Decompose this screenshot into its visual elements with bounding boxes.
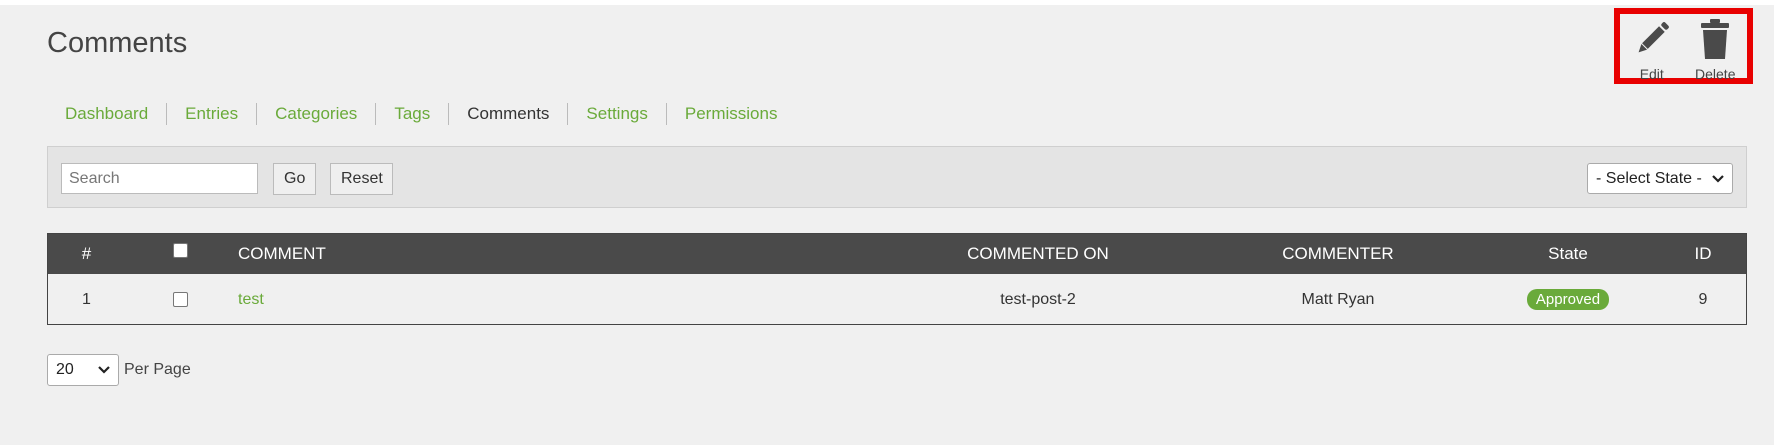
row-state: Approved	[1478, 274, 1658, 325]
go-button[interactable]: Go	[273, 163, 316, 195]
pencil-icon	[1631, 18, 1673, 65]
chevron-down-icon	[98, 366, 110, 374]
comment-link[interactable]: test	[238, 291, 264, 309]
delete-label: Delete	[1695, 66, 1736, 82]
header-number: #	[81, 244, 92, 263]
tab-settings[interactable]: Settings	[567, 103, 665, 125]
chevron-down-icon	[1712, 174, 1724, 183]
toolbar: Edit Delete	[1614, 8, 1753, 84]
tab-permissions[interactable]: Permissions	[665, 103, 796, 125]
page: Comments Edit Delete Dashboard Entries C…	[0, 5, 1774, 445]
header-state[interactable]: State	[1478, 234, 1658, 274]
page-size-value: 20	[56, 361, 74, 378]
header-commented-on[interactable]: COMMENTED ON	[878, 234, 1198, 274]
tab-tags[interactable]: Tags	[375, 103, 448, 125]
header-id[interactable]: ID	[1658, 234, 1748, 274]
select-all-checkbox[interactable]	[172, 243, 188, 258]
search-input[interactable]	[61, 163, 258, 194]
filter-bar: Go Reset - Select State -	[47, 146, 1747, 208]
per-page-label: Per Page	[124, 361, 191, 378]
tab-dashboard[interactable]: Dashboard	[47, 103, 166, 125]
comments-table: # COMMENT COMMENTED ON COMMENTER State I…	[47, 233, 1747, 325]
page-title: Comments	[47, 27, 188, 59]
state-select[interactable]: - Select State -	[1587, 163, 1733, 194]
edit-button[interactable]: Edit	[1624, 18, 1680, 82]
row-select	[125, 274, 235, 325]
tab-comments[interactable]: Comments	[448, 103, 567, 125]
header-select-all	[125, 234, 235, 274]
tab-categories[interactable]: Categories	[256, 103, 375, 125]
tab-bar: Dashboard Entries Categories Tags Commen…	[47, 100, 795, 128]
row-id: 9	[1698, 290, 1708, 308]
status-badge[interactable]: Approved	[1526, 289, 1610, 310]
state-select-value: - Select State -	[1596, 169, 1702, 187]
delete-button[interactable]: Delete	[1687, 18, 1743, 82]
row-commented-on: test-post-2	[1000, 290, 1076, 308]
edit-label: Edit	[1639, 66, 1664, 82]
trash-icon	[1694, 18, 1736, 65]
table-header: # COMMENT COMMENTED ON COMMENTER State I…	[48, 234, 1746, 274]
row-number: 1	[82, 290, 91, 308]
row-comment: test	[238, 274, 738, 325]
header-commenter[interactable]: COMMENTER	[1198, 234, 1478, 274]
table-row: 1 test test-post-2 Matt Ryan Approved 9	[48, 274, 1746, 325]
reset-button[interactable]: Reset	[330, 163, 393, 195]
row-checkbox[interactable]	[172, 292, 188, 307]
header-comment[interactable]: COMMENT	[238, 234, 738, 274]
pagination: 20 Per Page	[47, 354, 191, 386]
page-size-select[interactable]: 20	[47, 354, 119, 386]
row-commenter: Matt Ryan	[1301, 290, 1375, 308]
tab-entries[interactable]: Entries	[166, 103, 256, 125]
